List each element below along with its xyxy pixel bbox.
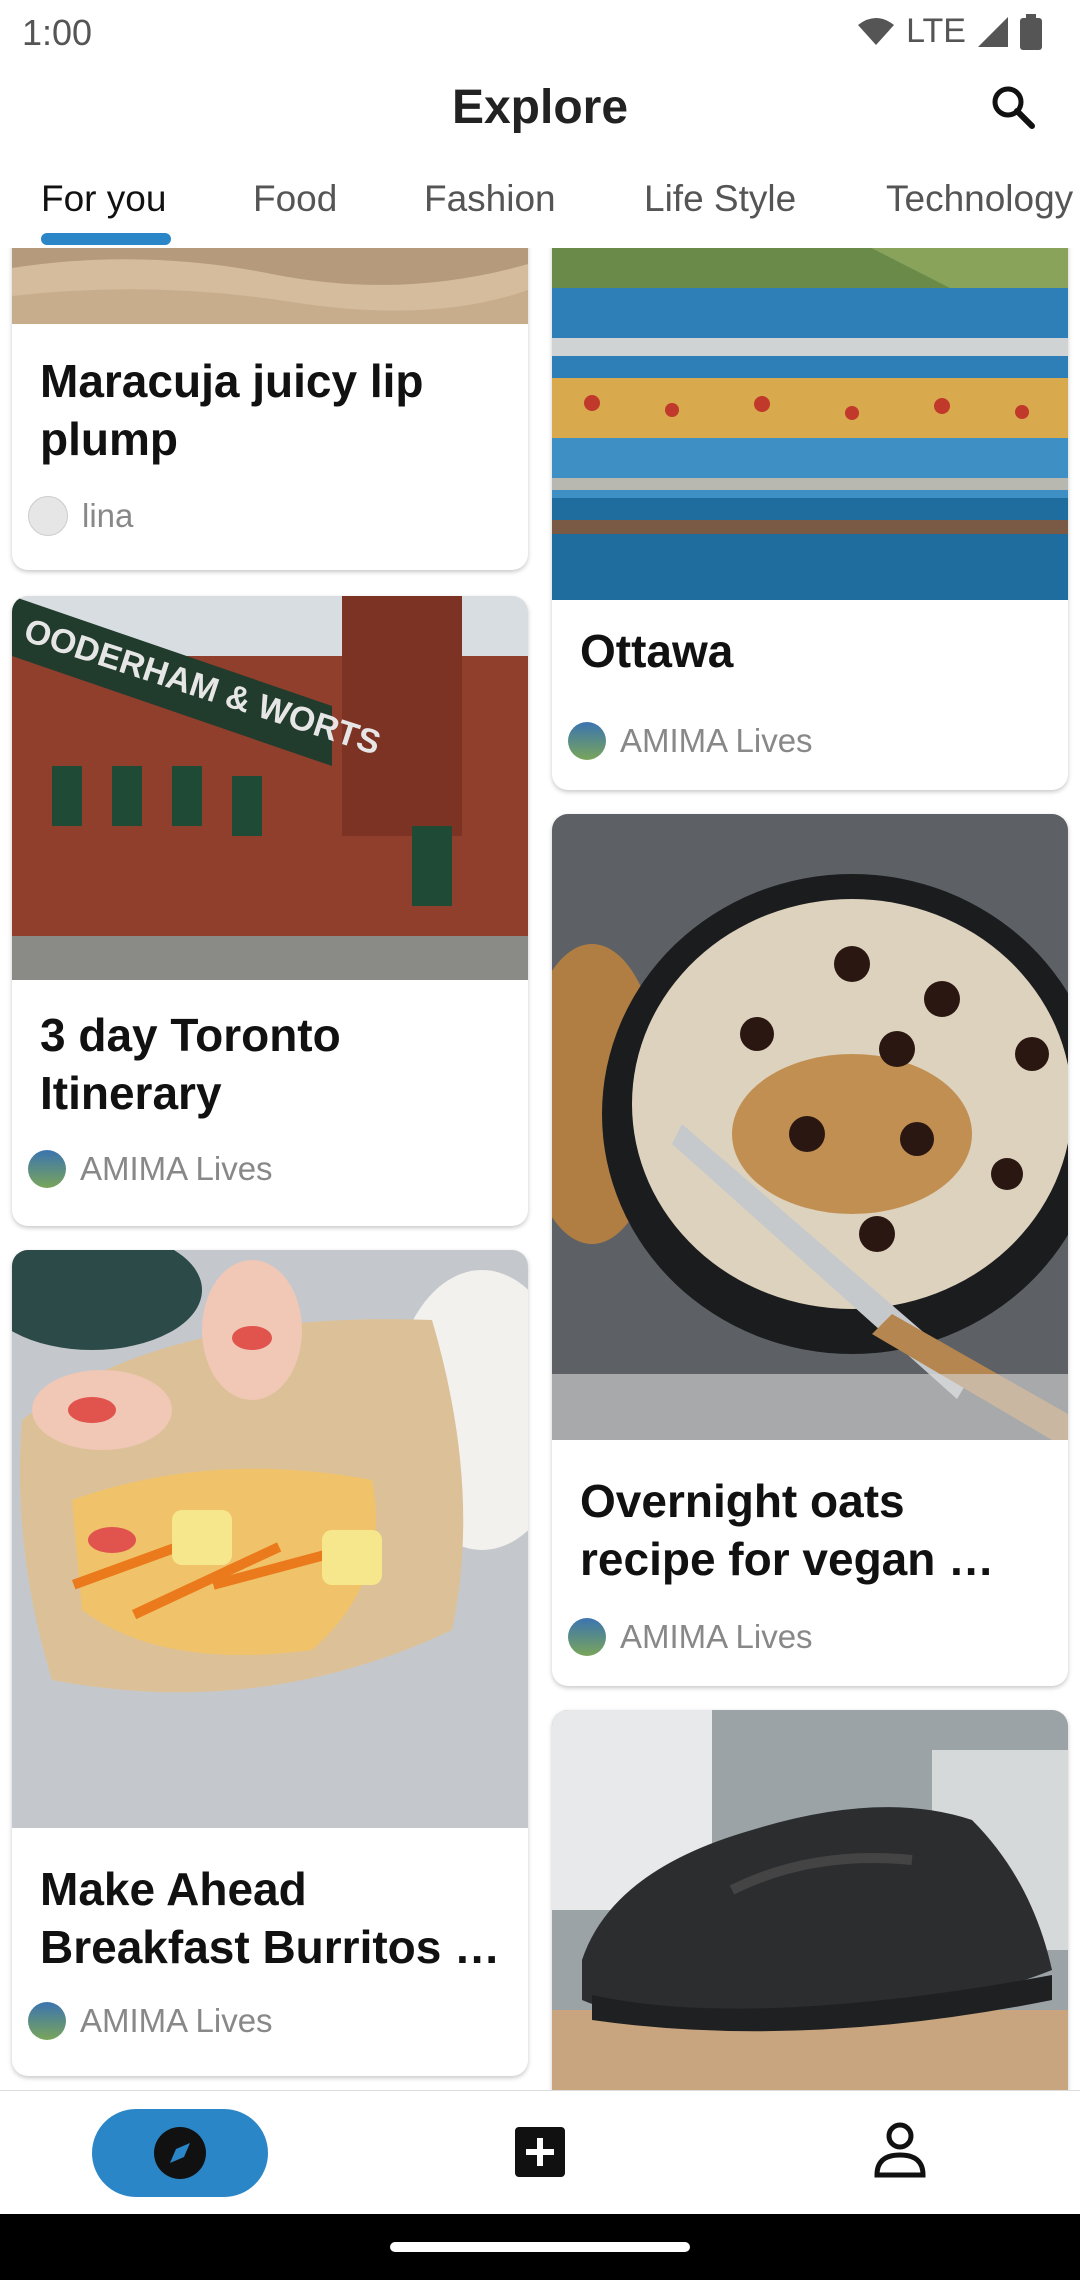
system-gesture-bar [0,2214,1080,2280]
tab-fashion[interactable]: Fashion [424,178,556,220]
canal-bridge-locks-image [552,248,1068,600]
app-header: Explore [0,64,1080,156]
status-bar: 1:00 LTE [0,0,1080,64]
distillery-building-image: OODERHAM & WORTS [12,596,528,980]
status-time: 1:00 [22,12,93,53]
nav-profile-button[interactable] [873,2121,927,2179]
burrito-image [12,1250,528,1828]
avatar [28,496,68,536]
post-author: AMIMA Lives [28,1150,273,1188]
post-card[interactable] [552,1710,1068,2090]
post-card[interactable]: Maracuja juicy lip plump lina [12,248,528,570]
feed-grid[interactable]: Maracuja juicy lip plump lina Ottawa AMI… [0,248,1080,2090]
author-name: AMIMA Lives [80,2002,273,2039]
avatar [28,1150,66,1188]
author-name: AMIMA Lives [80,1150,273,1187]
wifi-icon [858,17,895,45]
avatar [28,2002,66,2040]
post-author: lina [28,496,133,536]
compass-icon [154,2127,206,2179]
home-gesture-handle[interactable] [390,2242,690,2252]
post-card[interactable]: OODERHAM & WORTS 3 day Toronto Itinerary… [12,596,528,1226]
black-sneaker-image [552,1710,1068,2090]
author-name: lina [82,497,134,534]
add-box-icon [515,2127,565,2177]
page-title: Explore [451,81,629,134]
oats-bowl-image [552,814,1068,1440]
post-card[interactable]: Overnight oats recipe for vegan … AMIMA … [552,814,1068,1686]
avatar [568,1618,606,1656]
post-card[interactable]: Make Ahead Breakfast Burritos … AMIMA Li… [12,1250,528,2076]
post-title: Ottawa [580,625,734,677]
post-author: AMIMA Lives [28,2002,273,2040]
person-icon [874,2122,926,2178]
network-type: LTE [906,12,966,50]
tab-life-style[interactable]: Life Style [644,178,796,220]
lip-product-image [12,248,528,324]
nav-add-button[interactable] [515,2127,565,2177]
tab-for-you[interactable]: For you [41,178,166,220]
bottom-navigation [0,2090,1080,2215]
author-name: AMIMA Lives [620,722,813,759]
post-title: Maracuja juicy lip plump [40,355,424,465]
avatar [568,722,606,760]
tab-indicator [41,233,171,245]
search-icon [992,86,1035,129]
signal-icon [978,16,1008,47]
post-title: Make Ahead Breakfast Burritos … [40,1863,501,1973]
search-button[interactable] [986,80,1042,136]
battery-icon [1020,13,1042,50]
post-card[interactable]: Ottawa AMIMA Lives [552,248,1068,790]
post-title: 3 day Toronto Itinerary [40,1009,341,1119]
tab-technology[interactable]: Technology [886,178,1073,220]
post-author: AMIMA Lives [568,722,813,760]
nav-explore-button[interactable] [92,2109,268,2197]
post-author: AMIMA Lives [568,1618,813,1656]
tab-food[interactable]: Food [253,178,337,220]
author-name: AMIMA Lives [620,1618,813,1655]
post-title: Overnight oats recipe for vegan … [580,1475,995,1585]
